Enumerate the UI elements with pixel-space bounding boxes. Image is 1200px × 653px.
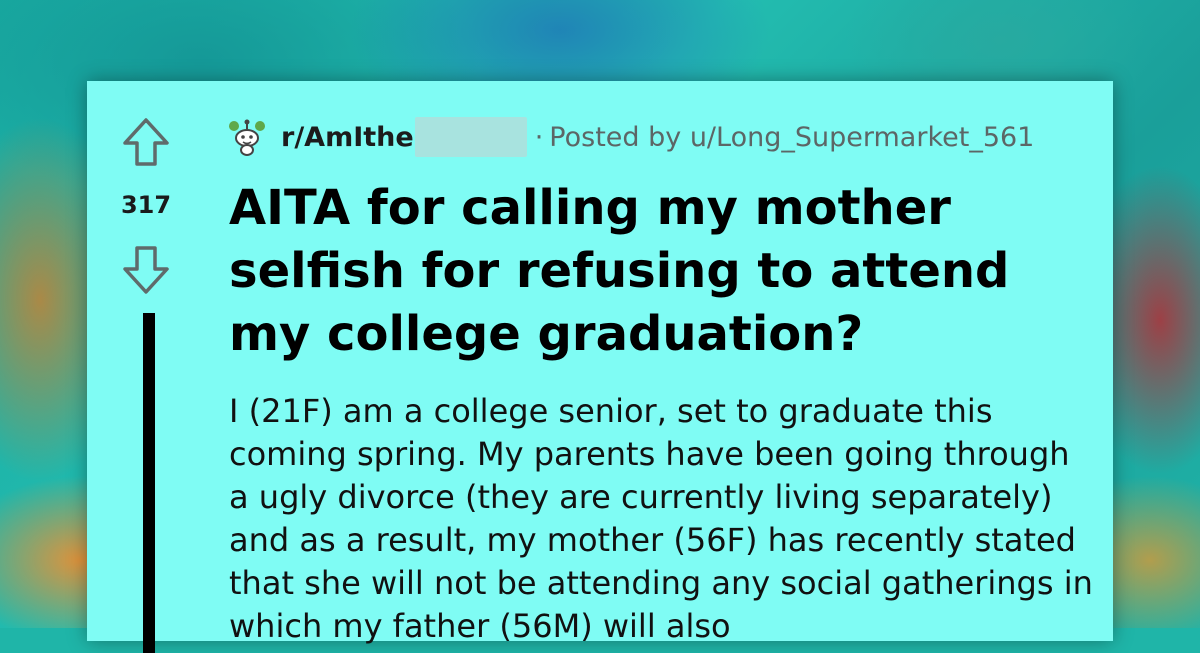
vote-score: 317 (120, 191, 172, 219)
post-meta: r/AmIthe · Posted by u/Long_Supermarket_… (227, 117, 1034, 157)
downvote-arrow-icon[interactable] (122, 245, 170, 295)
subreddit-link[interactable]: r/AmIthe (281, 122, 414, 153)
redacted-subreddit-blur (414, 117, 527, 157)
post-title[interactable]: AITA for calling my mother selfish for r… (229, 177, 1089, 366)
posted-by-link[interactable]: Posted by u/Long_Supermarket_561 (549, 122, 1034, 153)
meta-separator: · (534, 121, 544, 153)
reddit-post-card: 317 r/AmIthe · Posted by u/Long_Supermar… (87, 81, 1113, 653)
vote-column: 317 (87, 81, 207, 653)
post-body: I (21F) am a college senior, set to grad… (229, 392, 1093, 645)
thread-line (143, 313, 155, 653)
upvote-arrow-icon[interactable] (122, 117, 170, 167)
snoo-icon (229, 119, 265, 156)
